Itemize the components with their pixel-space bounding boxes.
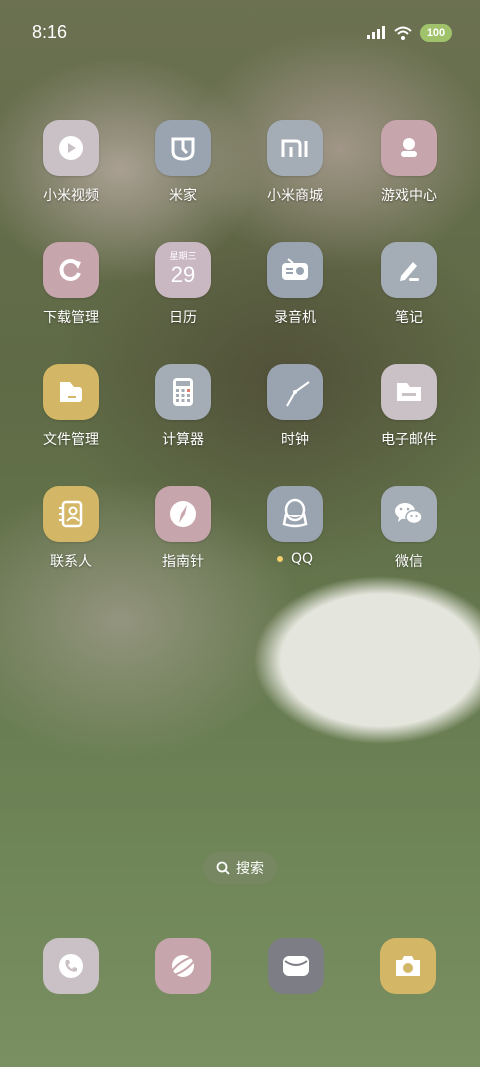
calendar-day: 29 [170, 262, 196, 287]
mijia-icon [155, 120, 211, 176]
app-label: 小米商城 [267, 188, 323, 204]
pen-icon [381, 242, 437, 298]
app-contacts[interactable]: 联系人 [16, 486, 126, 571]
app-compass[interactable]: 指南针 [128, 486, 238, 571]
app-label: 计算器 [162, 432, 204, 448]
radio-icon [267, 242, 323, 298]
app-label: 米家 [169, 188, 197, 204]
app-label-text: QQ [290, 551, 314, 567]
calculator-icon [155, 364, 211, 420]
app-clock[interactable]: 时钟 [240, 364, 350, 449]
app-mi-store[interactable]: 小米商城 [240, 120, 350, 205]
camera-icon[interactable] [380, 938, 436, 994]
app-label: 时钟 [281, 432, 309, 448]
app-email[interactable]: 电子邮件 [354, 364, 464, 449]
app-qq[interactable]: QQ [240, 486, 350, 567]
compass-icon [155, 486, 211, 542]
gamepad-icon [381, 120, 437, 176]
signal-icon [367, 26, 385, 39]
battery-indicator: 100 [420, 24, 452, 42]
app-downloads[interactable]: 下载管理 [16, 242, 126, 327]
status-icons: 100 [366, 24, 452, 42]
dock [0, 938, 480, 998]
search-icon [216, 861, 230, 875]
play-icon [43, 120, 99, 176]
mail-folder-icon [381, 364, 437, 420]
folder-icon [43, 364, 99, 420]
calendar-weekday: 星期三 [169, 252, 197, 262]
app-mi-video[interactable]: 小米视频 [16, 120, 126, 205]
app-label: 下载管理 [43, 310, 99, 326]
app-label: QQ [240, 551, 350, 567]
browser-icon[interactable] [155, 938, 211, 994]
calendar-icon: 星期三 29 [155, 242, 211, 298]
new-indicator-dot [276, 556, 283, 562]
clock-icon [267, 364, 323, 420]
app-notes[interactable]: 笔记 [354, 242, 464, 327]
status-bar: 8:16 100 [0, 0, 480, 68]
search-label: 搜索 [236, 861, 264, 877]
app-game-center[interactable]: 游戏中心 [354, 120, 464, 205]
app-label: 笔记 [395, 310, 423, 326]
contacts-icon [43, 486, 99, 542]
app-label: 录音机 [274, 310, 316, 326]
app-label: 文件管理 [43, 432, 99, 448]
app-label: 电子邮件 [381, 432, 437, 448]
status-time: 8:16 [32, 22, 68, 42]
app-label: 联系人 [50, 554, 92, 570]
app-wechat[interactable]: 微信 [354, 486, 464, 571]
qq-penguin-icon [267, 486, 323, 542]
app-file-manager[interactable]: 文件管理 [16, 364, 126, 449]
message-icon[interactable] [268, 938, 324, 994]
wifi-icon [394, 26, 412, 40]
refresh-icon [43, 242, 99, 298]
app-label: 小米视频 [43, 188, 99, 204]
phone-icon[interactable] [43, 938, 99, 994]
app-calculator[interactable]: 计算器 [128, 364, 238, 449]
search-button[interactable]: 搜索 [203, 852, 277, 884]
app-label: 指南针 [162, 554, 204, 570]
app-calendar[interactable]: 星期三 29 日历 [128, 242, 238, 327]
app-mijia[interactable]: 米家 [128, 120, 238, 205]
app-label: 日历 [169, 310, 197, 326]
mi-logo-icon [267, 120, 323, 176]
app-recorder[interactable]: 录音机 [240, 242, 350, 327]
app-label: 微信 [395, 554, 423, 570]
app-label: 游戏中心 [381, 188, 437, 204]
wechat-icon [381, 486, 437, 542]
